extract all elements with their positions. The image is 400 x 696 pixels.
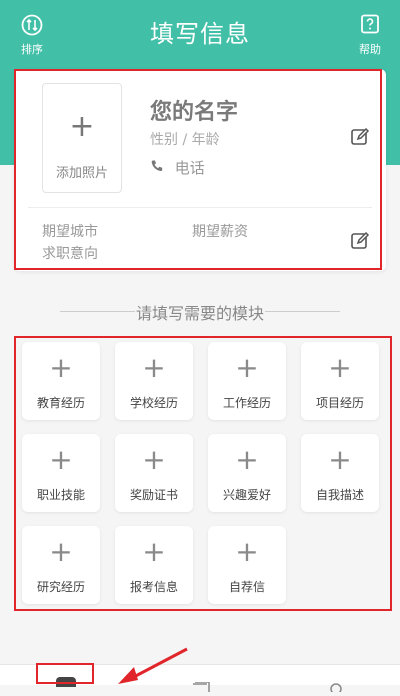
page-title: 填写信息 bbox=[150, 20, 250, 48]
plus-icon: + bbox=[69, 109, 95, 144]
edit-icon[interactable] bbox=[350, 127, 370, 147]
module-label: 自我描述 bbox=[315, 488, 364, 502]
nav-item-templates[interactable] bbox=[190, 677, 210, 696]
help-button[interactable]: 帮助 bbox=[348, 14, 392, 57]
plus-icon: + bbox=[49, 443, 73, 476]
nav-item-resume[interactable] bbox=[56, 677, 76, 687]
gender-age-field[interactable]: 性别 / 年龄 bbox=[150, 129, 220, 149]
plus-icon: + bbox=[328, 351, 352, 384]
add-photo-button[interactable]: + 添加照片 bbox=[42, 83, 122, 193]
top-bar: 排序 填写信息 帮助 bbox=[0, 0, 400, 60]
module-education[interactable]: + 教育经历 bbox=[22, 342, 100, 420]
module-exam-info[interactable]: + 报考信息 bbox=[115, 526, 193, 604]
plus-icon: + bbox=[49, 351, 73, 384]
help-icon bbox=[361, 14, 379, 34]
module-label: 自荐信 bbox=[228, 580, 265, 594]
module-hobbies[interactable]: + 兴趣爱好 bbox=[208, 434, 286, 512]
plus-icon: + bbox=[328, 443, 352, 476]
module-label: 学校经历 bbox=[129, 396, 178, 410]
phone-field[interactable]: 电话 bbox=[150, 157, 205, 178]
bottom-nav bbox=[0, 664, 400, 695]
module-label: 奖励证书 bbox=[129, 488, 178, 502]
module-work[interactable]: + 工作经历 bbox=[208, 342, 286, 420]
plus-icon: + bbox=[49, 535, 73, 568]
module-label: 工作经历 bbox=[222, 396, 271, 410]
module-label: 研究经历 bbox=[36, 580, 85, 594]
module-label: 教育经历 bbox=[36, 396, 85, 410]
expected-city-field[interactable]: 期望城市 bbox=[42, 221, 98, 241]
plus-icon: + bbox=[142, 351, 166, 384]
name-field[interactable]: 您的名字 bbox=[150, 94, 238, 126]
plus-icon: + bbox=[142, 443, 166, 476]
job-intent-field[interactable]: 求职意向 bbox=[42, 243, 98, 263]
module-cover-letter[interactable]: + 自荐信 bbox=[208, 526, 286, 604]
help-label: 帮助 bbox=[359, 43, 381, 56]
nav-item-profile[interactable] bbox=[326, 677, 346, 696]
module-project[interactable]: + 项目经历 bbox=[301, 342, 379, 420]
module-label: 职业技能 bbox=[36, 488, 85, 502]
section-divider-right bbox=[265, 311, 340, 312]
module-awards[interactable]: + 奖励证书 bbox=[115, 434, 193, 512]
module-label: 报考信息 bbox=[129, 580, 178, 594]
section-title: 请填写需要的模块 bbox=[135, 304, 264, 323]
module-skills[interactable]: + 职业技能 bbox=[22, 434, 100, 512]
module-research[interactable]: + 研究经历 bbox=[22, 526, 100, 604]
resume-icon bbox=[56, 677, 76, 687]
plus-icon: + bbox=[142, 535, 166, 568]
profile-card[interactable]: + 添加照片 您的名字 性别 / 年龄 电话 期望城市 求职意向 期望薪资 bbox=[14, 69, 386, 271]
expected-salary-field[interactable]: 期望薪资 bbox=[192, 221, 248, 241]
plus-icon: + bbox=[235, 443, 259, 476]
phone-label: 电话 bbox=[174, 159, 205, 177]
module-label: 兴趣爱好 bbox=[222, 488, 271, 502]
module-self-description[interactable]: + 自我描述 bbox=[301, 434, 379, 512]
module-label: 项目经历 bbox=[315, 396, 364, 410]
phone-icon bbox=[150, 159, 169, 177]
card-divider bbox=[28, 207, 372, 208]
plus-icon: + bbox=[235, 535, 259, 568]
module-school[interactable]: + 学校经历 bbox=[115, 342, 193, 420]
add-photo-label: 添加照片 bbox=[55, 166, 108, 181]
edit-icon[interactable] bbox=[350, 231, 370, 251]
plus-icon: + bbox=[235, 351, 259, 384]
